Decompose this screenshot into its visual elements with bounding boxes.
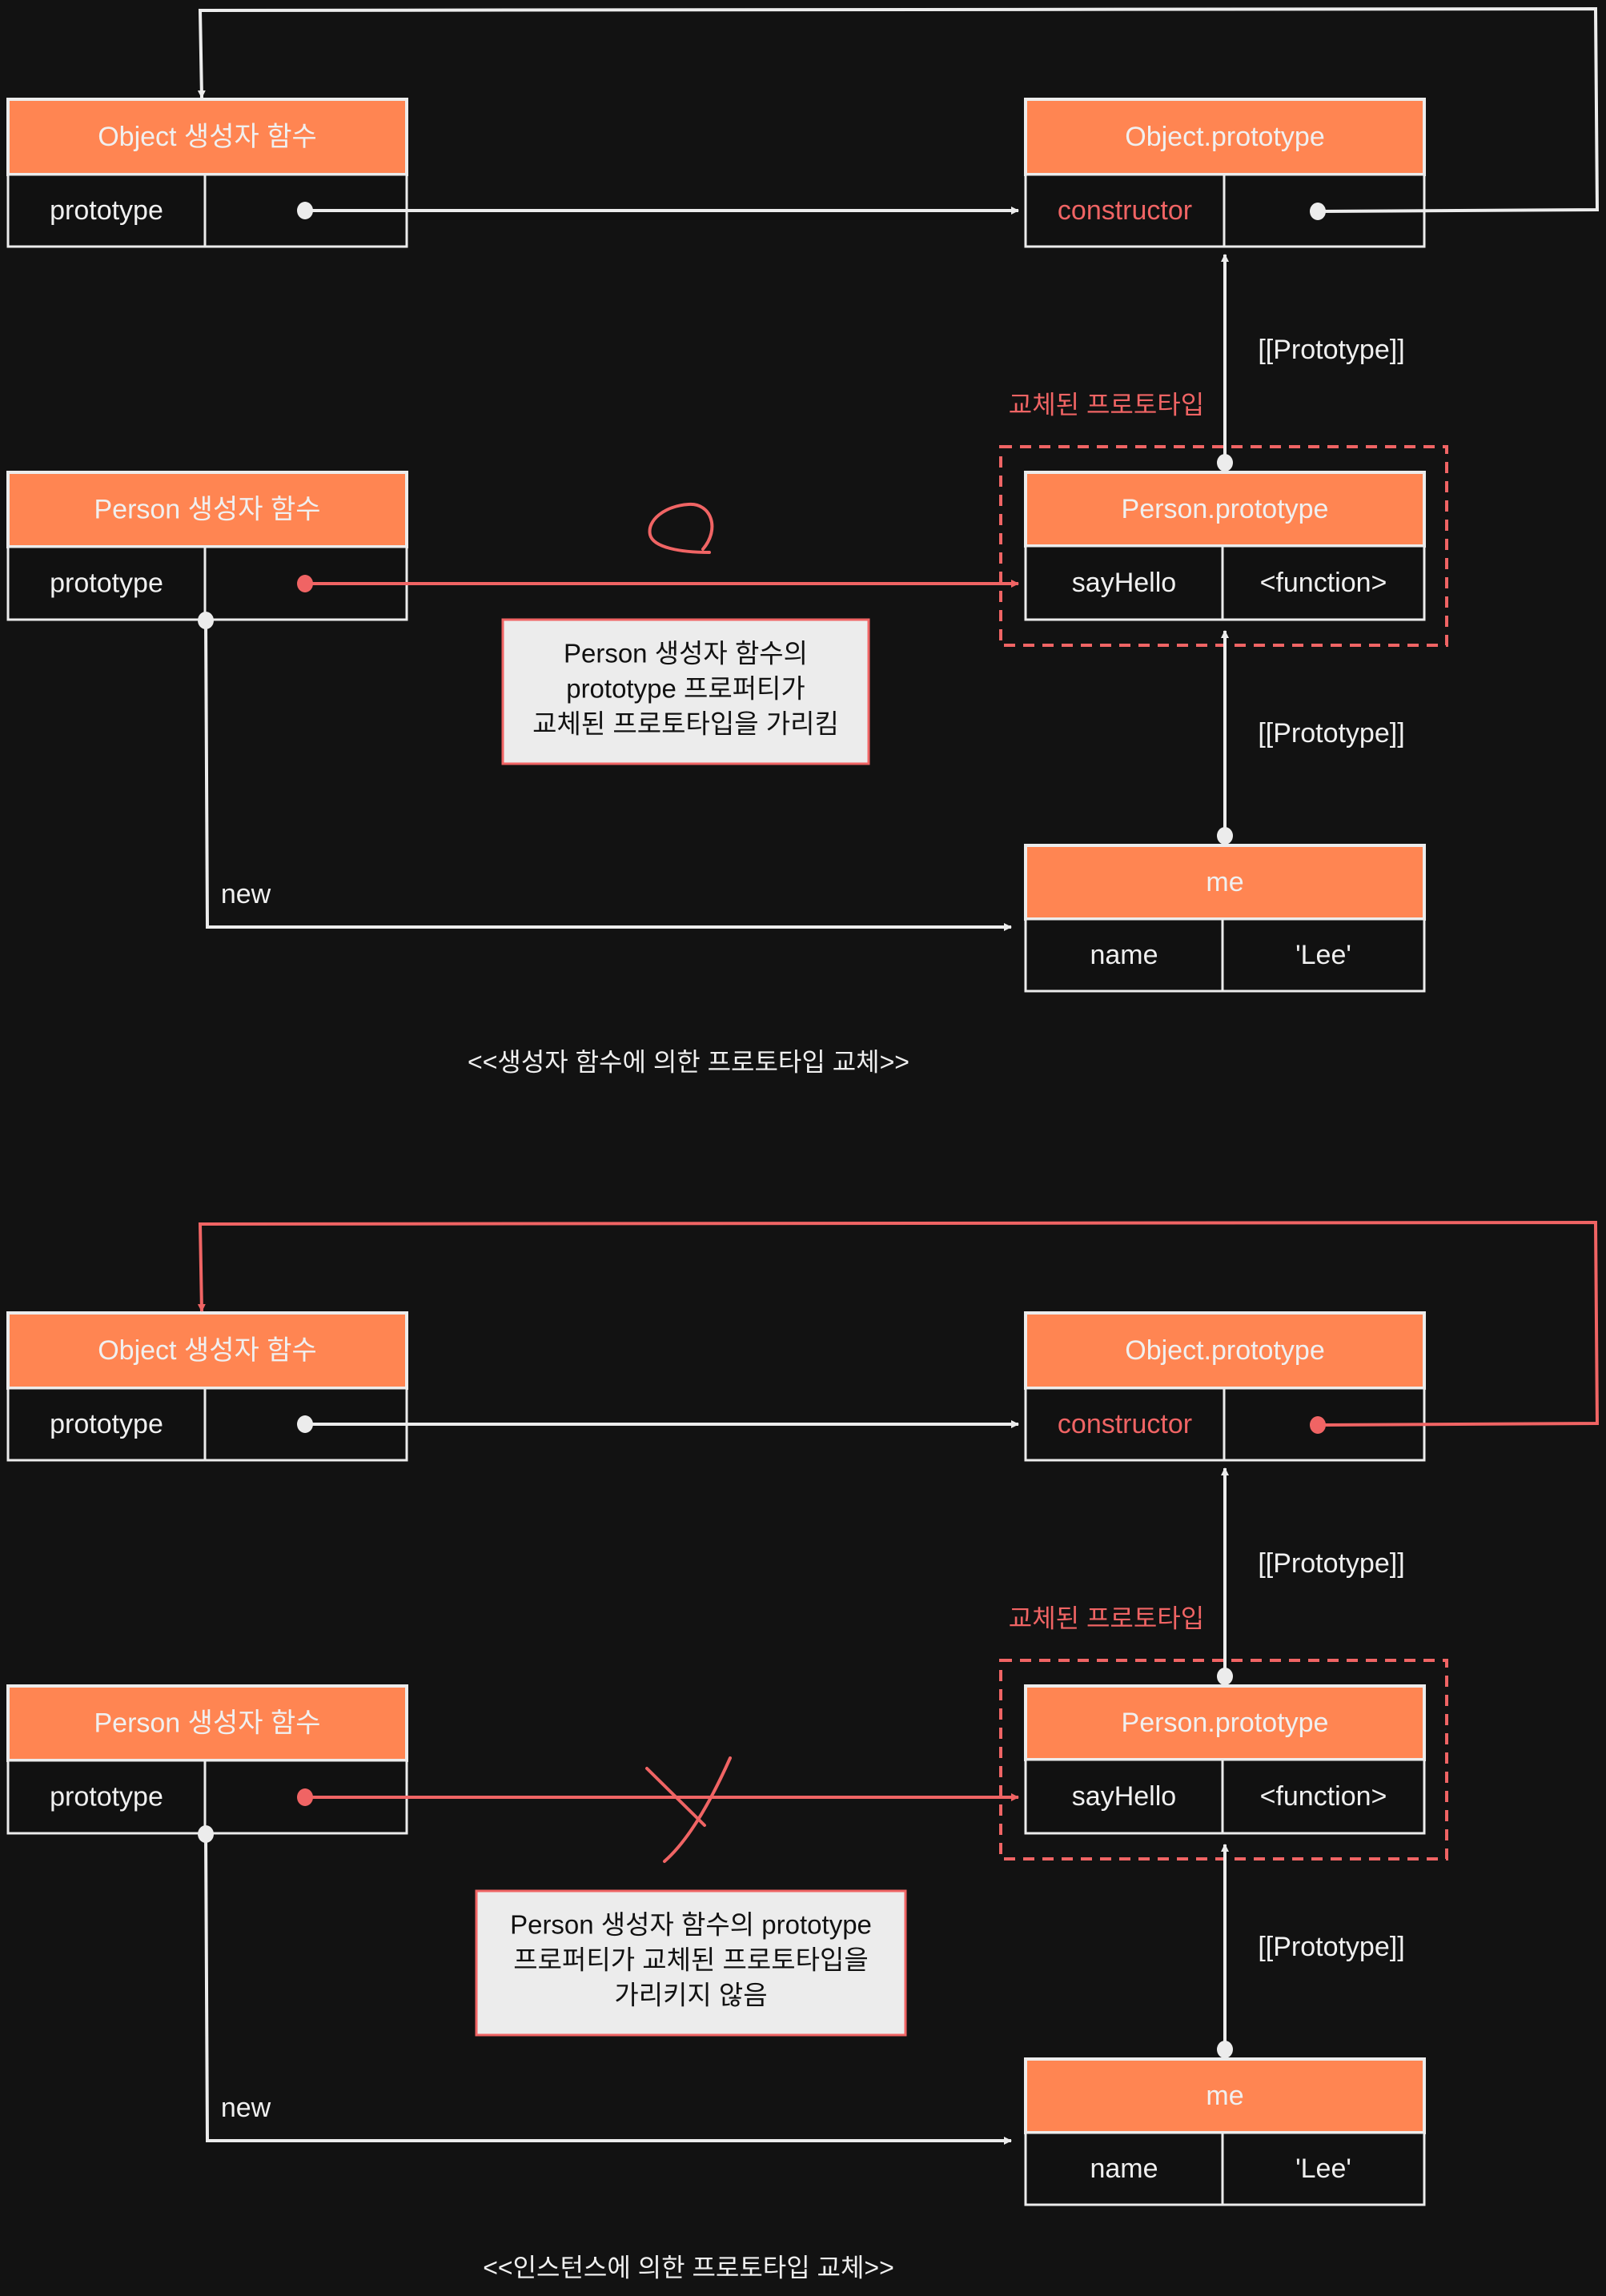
callout-line: Person 생성자 함수의 — [564, 639, 808, 668]
chain-dot — [1217, 1668, 1233, 1685]
property-key: constructor — [1058, 195, 1192, 226]
section-caption: <<생성자 함수에 의한 프로토타입 교체>> — [468, 1047, 909, 1076]
chain-dot — [1217, 454, 1233, 472]
instance-me-box[interactable]: me name 'Lee' — [1024, 2057, 1426, 2206]
new-dot — [198, 612, 214, 629]
object-prototype-dot — [297, 1415, 313, 1433]
box-title: Object.prototype — [1125, 122, 1324, 152]
property-key: prototype — [50, 1781, 163, 1812]
object-prototype-dot — [297, 202, 313, 219]
prototype-link-label-upper: [[Prototype]] — [1258, 1548, 1404, 1579]
box-title: Object 생성자 함수 — [98, 1335, 317, 1366]
box-title: me — [1206, 867, 1243, 897]
replaced-prototype-label: 교체된 프로토타입 — [1009, 390, 1204, 419]
property-value: <function> — [1260, 1781, 1387, 1812]
object-constructor-box[interactable]: Object 생성자 함수 prototype — [6, 1311, 408, 1462]
callout-line: 가리키지 않음 — [614, 1981, 767, 2010]
check-circle-mark — [648, 502, 714, 554]
instance-me-box[interactable]: me name 'Lee' — [1024, 844, 1426, 993]
property-key: sayHello — [1072, 1781, 1176, 1812]
prototype-link-label-lower: [[Prototype]] — [1258, 1932, 1404, 1962]
box-body — [1024, 2131, 1426, 2206]
person-constructor-box[interactable]: Person 생성자 함수 prototype — [6, 471, 408, 621]
callout-line: 교체된 프로토타입을 가리킴 — [532, 709, 839, 739]
box-title: Person.prototype — [1122, 494, 1329, 524]
callout-note: Person 생성자 함수의 prototype 프로퍼티가교체된 프로토타입을 … — [501, 618, 870, 765]
property-key: name — [1090, 2154, 1158, 2184]
diagram-section-constructor-replacement: Object 생성자 함수 prototype Object.prototype co… — [6, 6, 1600, 1076]
box-title: Person.prototype — [1122, 1708, 1329, 1738]
property-key: prototype — [50, 1409, 163, 1439]
object-prototype-box[interactable]: Object.prototype constructor — [1024, 98, 1426, 248]
person-prototype-dot — [297, 575, 313, 592]
person-prototype-box[interactable]: Person.prototype sayHello <function> — [1024, 471, 1426, 621]
callout-note: Person 생성자 함수의 prototype 프로퍼티가 교체된 프로토타입을… — [475, 1889, 907, 2037]
object-prototype-box[interactable]: Object.prototype constructor — [1024, 1311, 1426, 1462]
constructor-dot — [1310, 203, 1326, 220]
box-title: Person 생성자 함수 — [94, 494, 320, 524]
property-value: 'Lee' — [1295, 940, 1351, 970]
box-title: Object 생성자 함수 — [98, 122, 317, 152]
section-caption: <<인스턴스에 의한 프로토타입 교체>> — [483, 2253, 894, 2282]
instance-chain-dot — [1217, 2041, 1233, 2058]
callout-line: 프로퍼티가 교체된 프로토타입을 — [513, 1945, 868, 1975]
property-key: name — [1090, 940, 1158, 970]
property-key: sayHello — [1072, 568, 1176, 598]
new-label: new — [221, 2093, 271, 2123]
diagram-section-instance-replacement: Object 생성자 함수 prototype Object.prototype co… — [6, 1220, 1600, 2282]
person-constructor-box[interactable]: Person 생성자 함수 prototype — [6, 1684, 408, 1835]
cross-mark-stroke-2 — [663, 1756, 732, 1863]
property-value: <function> — [1260, 568, 1387, 598]
property-value: 'Lee' — [1295, 2154, 1351, 2184]
instance-chain-dot — [1217, 827, 1233, 845]
person-prototype-dot — [297, 1788, 313, 1806]
new-label: new — [221, 879, 271, 909]
box-title: Person 생성자 함수 — [94, 1708, 320, 1738]
callout-line: prototype 프로퍼티가 — [566, 674, 805, 704]
property-key: prototype — [50, 195, 163, 226]
prototype-link-label-lower: [[Prototype]] — [1258, 718, 1404, 749]
property-key: prototype — [50, 568, 163, 598]
property-key: constructor — [1058, 1409, 1192, 1439]
box-title: me — [1206, 2081, 1243, 2111]
prototype-link-label-upper: [[Prototype]] — [1258, 335, 1404, 365]
box-title: Object.prototype — [1125, 1335, 1324, 1366]
constructor-dot — [1310, 1416, 1326, 1434]
replaced-prototype-label: 교체된 프로토타입 — [1009, 1604, 1204, 1632]
person-prototype-box[interactable]: Person.prototype sayHello <function> — [1024, 1684, 1426, 1835]
new-dot — [198, 1825, 214, 1843]
prototype-replacement-diagram: Object 생성자 함수 prototype Object.prototype co… — [6, 6, 1600, 2282]
object-constructor-box[interactable]: Object 생성자 함수 prototype — [6, 98, 408, 248]
box-body — [1024, 917, 1426, 993]
callout-line: Person 생성자 함수의 prototype — [510, 1910, 872, 1940]
